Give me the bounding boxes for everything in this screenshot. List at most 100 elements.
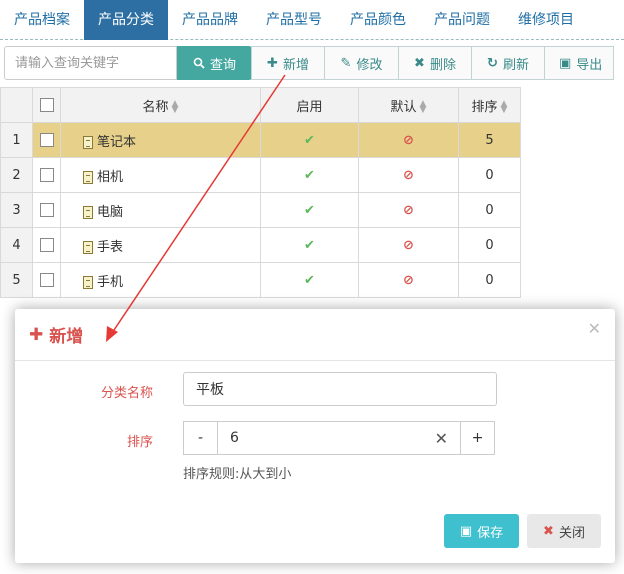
default-cell: ⊘: [358, 227, 459, 263]
column-header-enabled[interactable]: 启用: [260, 87, 359, 123]
dialog-header: ✚ 新增: [15, 309, 615, 361]
search-input[interactable]: [4, 46, 177, 80]
row-number: 2: [0, 157, 33, 193]
row-number: 5: [0, 262, 33, 298]
ban-icon: ⊘: [403, 167, 414, 183]
name-cell: 电脑: [60, 192, 261, 228]
name-cell: 笔记本: [60, 122, 261, 158]
default-cell: ⊘: [358, 262, 459, 298]
decrement-button[interactable]: -: [183, 421, 218, 455]
refresh-label: 刷新: [502, 57, 529, 73]
add-label: 新增: [282, 57, 309, 73]
category-name-field[interactable]: [183, 372, 497, 406]
close-icon: ✖: [414, 55, 425, 71]
table-header-row: 名称 ▲ ▼ 启用 默认 ▲ ▼ 排序 ▲ ▼: [0, 87, 521, 123]
query-button[interactable]: 查询: [177, 46, 252, 80]
refresh-button[interactable]: ↻ 刷新: [471, 46, 545, 80]
query-label: 查询: [209, 57, 236, 73]
table-row[interactable]: 3 电脑 ✔ ⊘ 0: [0, 192, 521, 228]
enabled-cell: ✔: [260, 262, 359, 298]
sort-icon: ▲ ▼: [171, 99, 179, 115]
check-icon: ✔: [304, 167, 315, 183]
column-header-name[interactable]: 名称 ▲ ▼: [60, 87, 261, 123]
edit-button[interactable]: ✎ 修改: [324, 46, 399, 80]
row-number: 1: [0, 122, 33, 158]
check-icon: ✔: [304, 202, 315, 218]
plus-icon: ✚: [29, 324, 44, 345]
tab-bar: 产品档案 产品分类 产品品牌 产品型号 产品颜色 产品问题 维修项目: [0, 0, 624, 40]
default-cell: ⊘: [358, 192, 459, 228]
sort-cell: 0: [458, 227, 521, 263]
sort-cell: 0: [458, 262, 521, 298]
tab-product-model[interactable]: 产品型号: [252, 0, 336, 40]
default-cell: ⊘: [358, 157, 459, 193]
tab-product-color[interactable]: 产品颜色: [336, 0, 420, 40]
sort-hint: 排序规则:从大到小: [183, 467, 292, 482]
row-number: 3: [0, 192, 33, 228]
document-icon: [83, 205, 93, 219]
row-checkbox[interactable]: [32, 227, 61, 263]
row-number-header: [0, 87, 33, 123]
plus-icon: ✚: [267, 55, 278, 71]
default-cell: ⊘: [358, 122, 459, 158]
document-icon: [83, 275, 93, 289]
delete-label: 删除: [429, 57, 456, 73]
document-icon: [83, 240, 93, 254]
document-icon: [83, 170, 93, 184]
sort-value-field[interactable]: 6 ✕: [218, 421, 460, 455]
close-button[interactable]: ✖ 关闭: [527, 514, 601, 548]
tab-product-archive[interactable]: 产品档案: [0, 0, 84, 40]
search-icon: [193, 57, 205, 69]
column-header-default[interactable]: 默认 ▲ ▼: [358, 87, 459, 123]
clear-icon[interactable]: ✕: [435, 429, 448, 448]
row-checkbox[interactable]: [32, 192, 61, 228]
category-name-label: 分类名称: [100, 386, 153, 401]
category-grid: 名称 ▲ ▼ 启用 默认 ▲ ▼ 排序 ▲ ▼ 1 笔记本 ✔ ⊘ 5 2 相机 ✔ ⊘ 0…: [0, 87, 624, 298]
check-icon: ✔: [304, 272, 315, 288]
sort-cell: 0: [458, 192, 521, 228]
ban-icon: ⊘: [403, 132, 414, 148]
save-icon: ▣: [459, 523, 473, 539]
increment-button[interactable]: +: [460, 421, 495, 455]
toolbar: 查询 ✚ 新增 ✎ 修改 ✖ 删除 ↻ 刷新 ▣ 导出: [4, 46, 624, 82]
table-row[interactable]: 2 相机 ✔ ⊘ 0: [0, 157, 521, 193]
enabled-cell: ✔: [260, 227, 359, 263]
table-row[interactable]: 5 手机 ✔ ⊘ 0: [0, 262, 521, 298]
ban-icon: ⊘: [403, 202, 414, 218]
table-row[interactable]: 1 笔记本 ✔ ⊘ 5: [0, 122, 521, 158]
sort-icon: ▲ ▼: [419, 99, 427, 115]
tab-product-brand[interactable]: 产品品牌: [168, 0, 252, 40]
edit-label: 修改: [356, 57, 383, 73]
export-label: 导出: [576, 57, 603, 73]
refresh-icon: ↻: [487, 55, 498, 71]
enabled-cell: ✔: [260, 157, 359, 193]
tab-repair-items[interactable]: 维修项目: [504, 0, 588, 40]
add-button[interactable]: ✚ 新增: [251, 46, 325, 80]
row-checkbox[interactable]: [32, 157, 61, 193]
check-icon: ✔: [304, 237, 315, 253]
add-category-dialog: ✚ 新增 ✕ 分类名称 排序 - 6 ✕ + 排序规则:从大到小 ▣ 保存 ✖ …: [15, 309, 615, 563]
sort-cell: 0: [458, 157, 521, 193]
row-checkbox[interactable]: [32, 122, 61, 158]
edit-icon: ✎: [340, 55, 352, 71]
tab-product-issue[interactable]: 产品问题: [420, 0, 504, 40]
sort-icon: ▲ ▼: [500, 99, 508, 115]
name-cell: 相机: [60, 157, 261, 193]
table-row[interactable]: 4 手表 ✔ ⊘ 0: [0, 227, 521, 263]
tab-product-category[interactable]: 产品分类: [84, 0, 168, 40]
close-icon: ✖: [543, 523, 554, 539]
enabled-cell: ✔: [260, 122, 359, 158]
sort-cell: 5: [458, 122, 521, 158]
ban-icon: ⊘: [403, 272, 414, 288]
export-button[interactable]: ▣ 导出: [544, 46, 614, 80]
excel-icon: ▣: [559, 55, 572, 71]
delete-button[interactable]: ✖ 删除: [398, 46, 472, 80]
sort-stepper: - 6 ✕ +: [183, 421, 495, 455]
row-checkbox[interactable]: [32, 262, 61, 298]
enabled-cell: ✔: [260, 192, 359, 228]
sort-value: 6: [230, 430, 239, 446]
close-icon[interactable]: ✕: [588, 319, 601, 338]
select-all-checkbox[interactable]: [32, 87, 61, 123]
column-header-sort[interactable]: 排序 ▲ ▼: [458, 87, 521, 123]
save-button[interactable]: ▣ 保存: [444, 514, 519, 548]
